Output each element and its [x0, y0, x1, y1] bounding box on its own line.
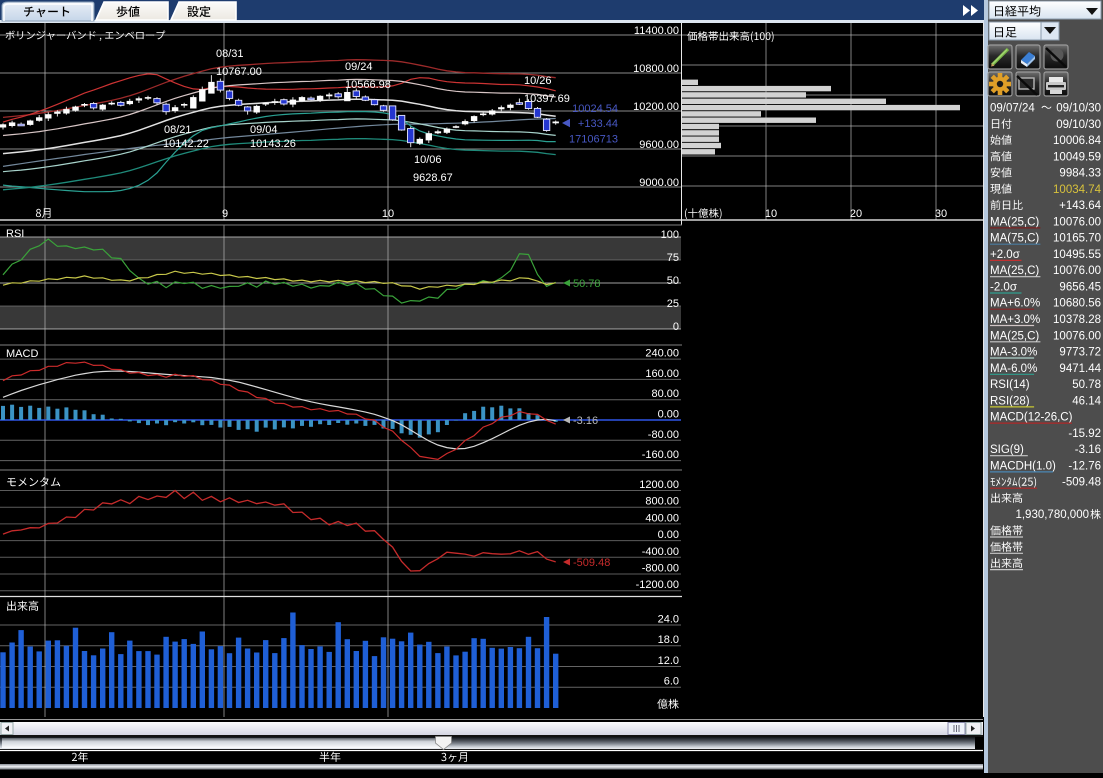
svg-text:10200.00: 10200.00 — [633, 101, 679, 113]
svg-text:10034.74: 10034.74 — [1053, 184, 1102, 196]
svg-text:0.00: 0.00 — [658, 529, 679, 541]
svg-text:9000.00: 9000.00 — [639, 177, 679, 189]
svg-text:10680.56: 10680.56 — [1053, 298, 1101, 310]
svg-text:50.78: 50.78 — [1072, 379, 1101, 391]
svg-text:09/04: 09/04 — [250, 124, 278, 136]
svg-text:24.0: 24.0 — [658, 614, 679, 626]
svg-text:RSI(28): RSI(28) — [990, 395, 1030, 407]
svg-text:10566.98: 10566.98 — [345, 79, 391, 91]
svg-text:+2.0σ: +2.0σ — [990, 249, 1020, 261]
svg-text:10/06: 10/06 — [414, 154, 442, 166]
svg-text:9656.45: 9656.45 — [1059, 282, 1101, 294]
svg-text:80.00: 80.00 — [651, 388, 679, 400]
svg-text:75: 75 — [667, 252, 679, 264]
svg-text:-160.00: -160.00 — [642, 449, 679, 461]
svg-text:0.00: 0.00 — [658, 409, 679, 421]
svg-text:MA+6.0%: MA+6.0% — [990, 298, 1040, 310]
svg-text:10142.22: 10142.22 — [163, 138, 209, 150]
svg-text:10767.00: 10767.00 — [216, 66, 262, 78]
svg-text:10: 10 — [382, 208, 394, 220]
svg-text:-3.16: -3.16 — [1075, 444, 1101, 456]
svg-text:10/26: 10/26 — [524, 75, 552, 87]
svg-text:10076.00: 10076.00 — [1053, 216, 1101, 228]
svg-text:10495.55: 10495.55 — [1053, 249, 1101, 261]
svg-text:10049.59: 10049.59 — [1053, 151, 1101, 163]
svg-text:SIG(9): SIG(9) — [990, 444, 1024, 456]
svg-text:08/21: 08/21 — [164, 124, 192, 136]
svg-text:10378.28: 10378.28 — [1053, 314, 1101, 326]
svg-text:-400.00: -400.00 — [642, 546, 679, 558]
svg-text:08/31: 08/31 — [216, 48, 244, 60]
svg-text:10076.00: 10076.00 — [1053, 330, 1101, 342]
svg-text:9600.00: 9600.00 — [639, 139, 679, 151]
svg-text:-80.00: -80.00 — [648, 429, 679, 441]
svg-text:1,930,780,000: 1,930,780,000 — [1015, 509, 1089, 521]
svg-text:-509.48: -509.48 — [1062, 477, 1101, 489]
svg-text:10006.84: 10006.84 — [1053, 135, 1102, 147]
svg-text:10397.69: 10397.69 — [524, 93, 570, 105]
svg-text:9471.44: 9471.44 — [1059, 363, 1101, 375]
svg-text:9: 9 — [222, 208, 228, 220]
svg-text:400.00: 400.00 — [645, 512, 679, 524]
svg-text:10076.00: 10076.00 — [1053, 265, 1101, 277]
svg-text:-1200.00: -1200.00 — [636, 579, 679, 591]
svg-text:MA(75,C): MA(75,C) — [990, 233, 1039, 245]
svg-text:+143.64: +143.64 — [1059, 200, 1101, 212]
svg-text:240.00: 240.00 — [645, 348, 679, 360]
svg-text:-12.76: -12.76 — [1068, 460, 1101, 472]
svg-text:MA-3.0%: MA-3.0% — [990, 347, 1037, 359]
svg-text:20: 20 — [850, 208, 862, 220]
svg-text:MACD(12-26,C): MACD(12-26,C) — [990, 412, 1073, 424]
svg-text:18.0: 18.0 — [658, 634, 679, 646]
svg-text:-800.00: -800.00 — [642, 563, 679, 575]
svg-text:MA+3.0%: MA+3.0% — [990, 314, 1040, 326]
svg-text:-15.92: -15.92 — [1068, 428, 1101, 440]
svg-text:MA-6.0%: MA-6.0% — [990, 363, 1037, 375]
svg-text:800.00: 800.00 — [645, 496, 679, 508]
svg-text:09/07/24: 09/07/24 — [990, 103, 1035, 115]
svg-text:-3.16: -3.16 — [573, 415, 598, 427]
svg-text:6.0: 6.0 — [664, 676, 679, 688]
svg-text:9628.67: 9628.67 — [413, 172, 453, 184]
svg-text:30: 30 — [935, 208, 947, 220]
svg-text:+133.44: +133.44 — [578, 118, 618, 130]
svg-text:17106713: 17106713 — [569, 134, 618, 146]
svg-text:10: 10 — [765, 208, 777, 220]
svg-text:160.00: 160.00 — [645, 368, 679, 380]
svg-text:09/24: 09/24 — [345, 61, 373, 73]
svg-text:MA(25,C): MA(25,C) — [990, 216, 1039, 228]
svg-text:11400.00: 11400.00 — [634, 25, 679, 37]
svg-text:9984.33: 9984.33 — [1059, 168, 1101, 180]
svg-text:50.78: 50.78 — [573, 278, 601, 290]
svg-text:25: 25 — [667, 298, 679, 310]
svg-text:MA(25,C): MA(25,C) — [990, 330, 1039, 342]
svg-text:MA(25,C): MA(25,C) — [990, 265, 1039, 277]
svg-text:RSI: RSI — [6, 228, 24, 240]
svg-text:MACDH(1.0): MACDH(1.0) — [990, 460, 1056, 472]
svg-text:09/10/30: 09/10/30 — [1056, 119, 1101, 131]
svg-text:09/10/30: 09/10/30 — [1056, 103, 1101, 115]
svg-text:MACD: MACD — [6, 348, 38, 360]
svg-text:RSI(14): RSI(14) — [990, 379, 1030, 391]
svg-text:50: 50 — [667, 275, 679, 287]
svg-text:-509.48: -509.48 — [573, 557, 610, 569]
svg-text:10024.54: 10024.54 — [572, 103, 618, 115]
svg-text:0: 0 — [673, 321, 679, 333]
svg-text:10800.00: 10800.00 — [633, 63, 679, 75]
svg-text:46.14: 46.14 — [1072, 395, 1101, 407]
svg-text:9773.72: 9773.72 — [1059, 347, 1101, 359]
svg-text:100: 100 — [661, 229, 679, 241]
svg-text:1200.00: 1200.00 — [639, 479, 679, 491]
svg-text:10165.70: 10165.70 — [1053, 233, 1101, 245]
svg-text:-2.0σ: -2.0σ — [990, 282, 1017, 294]
svg-text:10143.26: 10143.26 — [250, 138, 296, 150]
svg-text:12.0: 12.0 — [658, 655, 679, 667]
